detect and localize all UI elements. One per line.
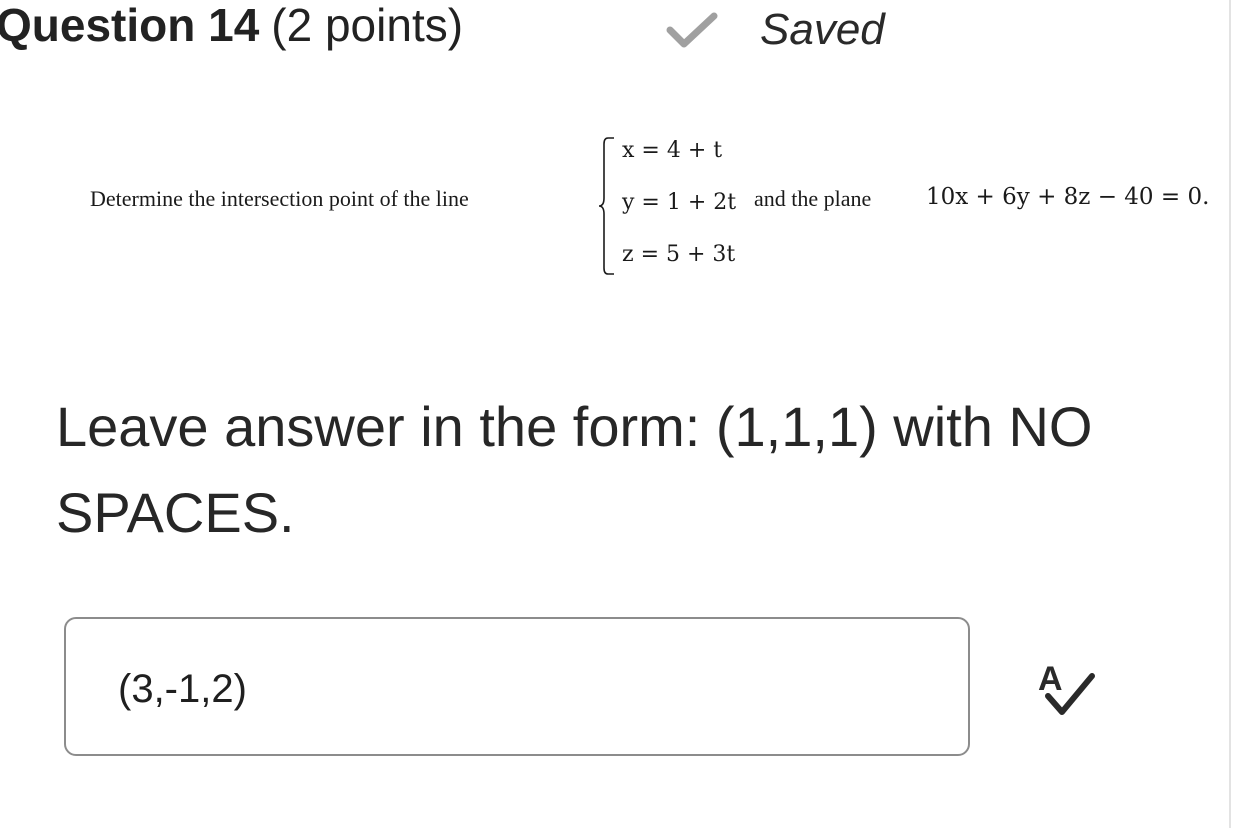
problem-lead-text: Determine the intersection point of the … <box>90 186 469 211</box>
svg-text:A: A <box>1038 660 1063 698</box>
equation-z: z = 5 + 3t <box>622 242 736 267</box>
equation-x: x = 4 + t <box>622 138 723 163</box>
spellcheck-icon[interactable]: A <box>1034 656 1098 720</box>
answer-instruction: Leave answer in the form: (1,1,1) with N… <box>56 395 1093 544</box>
saved-status: Saved <box>664 4 885 56</box>
answer-input[interactable] <box>118 661 898 717</box>
question-title: Question 14 <box>0 0 260 51</box>
answer-field-container[interactable] <box>64 617 970 756</box>
saved-label: Saved <box>760 5 885 54</box>
question-page: Question 14 (2 points) Saved Determine t… <box>0 0 1242 828</box>
plane-equation: 10x + 6y + 8z − 40 = 0. <box>926 184 1210 210</box>
problem-connector-text: and the plane <box>754 186 872 211</box>
left-brace-icon <box>598 137 614 275</box>
question-header: Question 14 (2 points) <box>0 0 463 60</box>
problem-statement: Determine the intersection point of the … <box>90 130 1210 278</box>
checkmark-icon <box>666 12 718 48</box>
divider <box>1229 0 1231 828</box>
equation-y: y = 1 + 2t <box>622 190 737 215</box>
question-points: (2 points) <box>271 0 464 51</box>
